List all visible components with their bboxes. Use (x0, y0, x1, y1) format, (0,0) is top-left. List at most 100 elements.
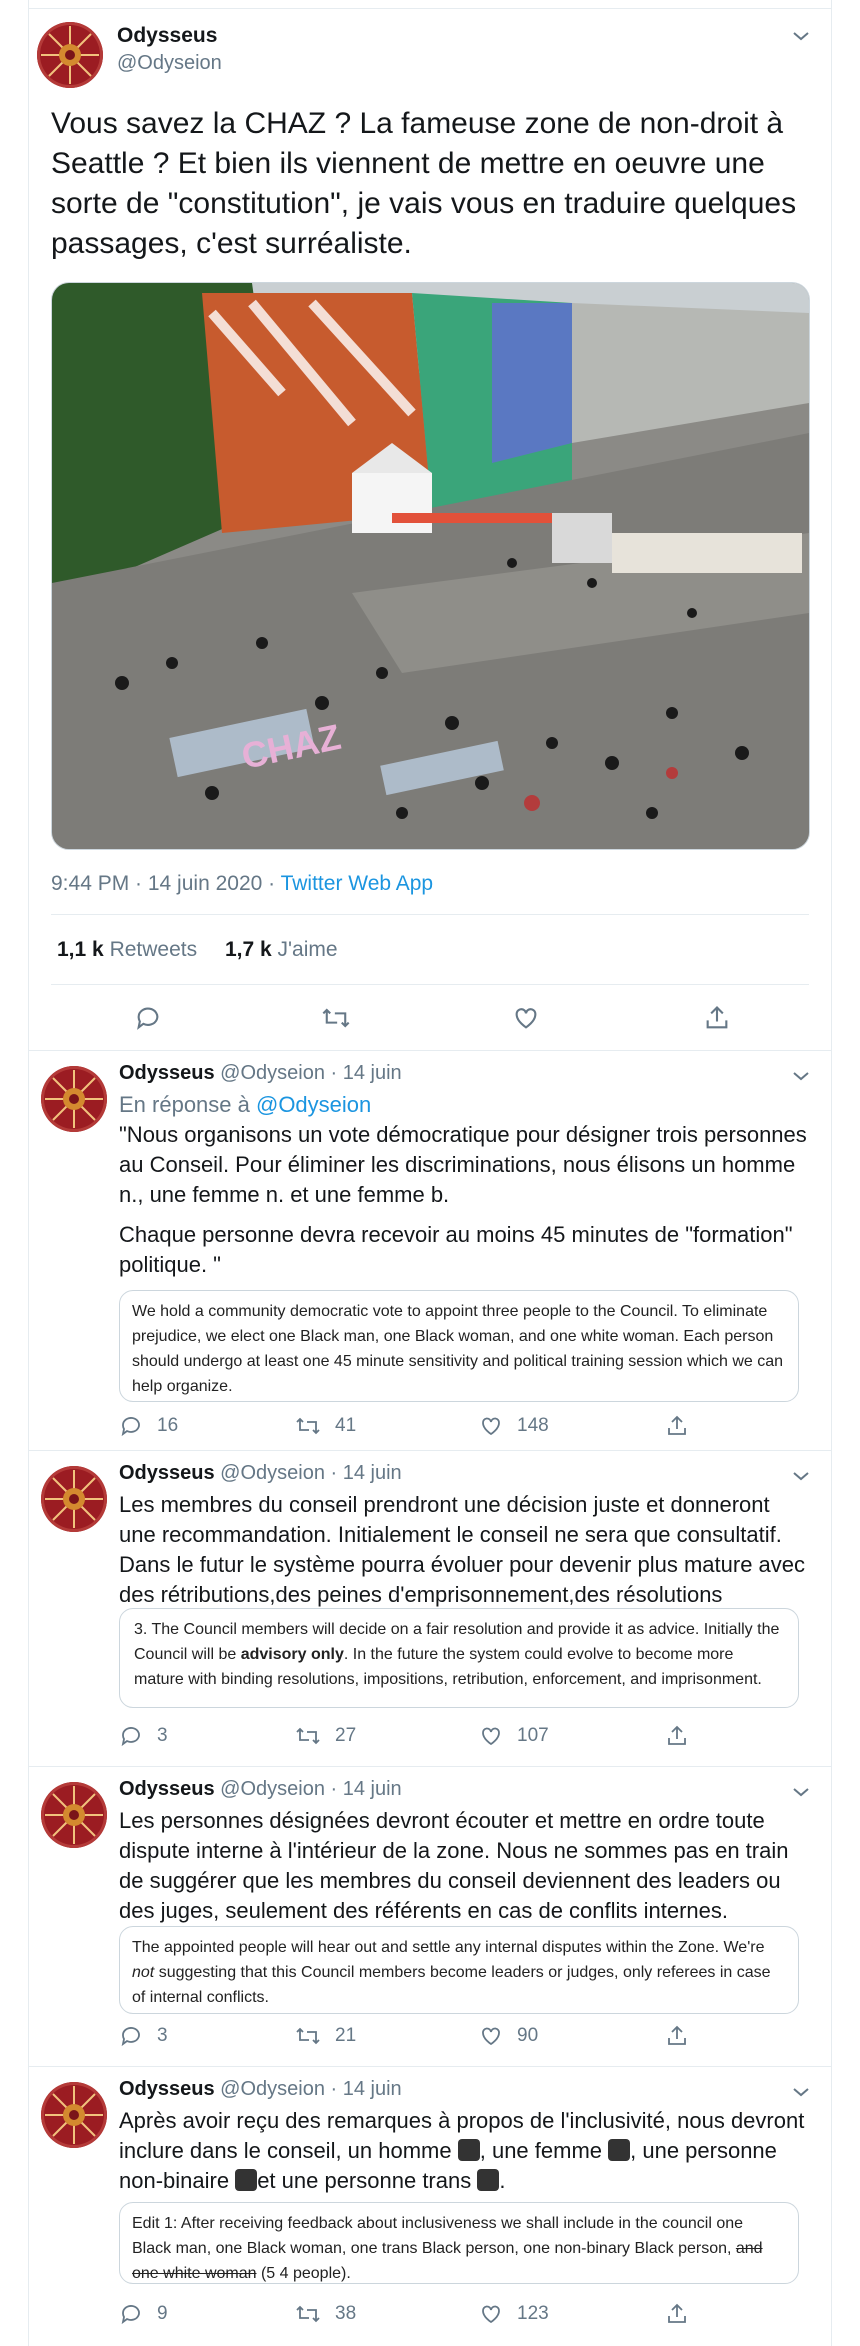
avatar-emblem-icon (45, 1786, 103, 1844)
like-count: 107 (517, 1725, 549, 1746)
retweet-count: 38 (335, 2303, 357, 2324)
like-button[interactable]: 90 (479, 2024, 538, 2048)
share-button[interactable] (665, 2024, 689, 2048)
reply-icon (121, 1417, 140, 1437)
retweet-icon[interactable] (321, 1004, 351, 1032)
tweet-text: Vous savez la CHAZ ? La fameuse zone de … (51, 107, 797, 260)
reply-tweet[interactable]: Odysseus @Odyseion · 14 juin Les membres… (29, 1450, 831, 1766)
reply-button[interactable]: 3 (119, 2024, 168, 2048)
retweet-button[interactable]: 38 (295, 2302, 356, 2326)
retweet-count: 21 (335, 2025, 357, 2046)
retweet-button[interactable]: 41 (295, 1414, 356, 1438)
reply-context: En réponse à @Odyseion (119, 1090, 809, 1120)
reply-actions: 9 38 123 (119, 2302, 719, 2332)
divider (51, 914, 809, 915)
reply-text-e: . (499, 2168, 506, 2193)
author-handle-date[interactable]: @Odyseion · 14 juin (220, 2078, 402, 2100)
like-icon (482, 1727, 500, 1746)
like-icon[interactable] (512, 1004, 540, 1032)
reply-icon (121, 2305, 140, 2325)
author-name[interactable]: Odysseus (117, 24, 217, 48)
share-button[interactable] (665, 1414, 689, 1438)
reply-header: Odysseus @Odyseion · 14 juin (119, 1062, 402, 1085)
chevron-down-icon[interactable] (789, 1464, 813, 1488)
tweet-timestamp[interactable]: 9:44 PM · 14 juin 2020 · (51, 872, 281, 895)
source-app-link[interactable]: Twitter Web App (281, 872, 434, 895)
quote-text-b: (5 4 people). (256, 2265, 351, 2282)
quoted-document-image[interactable]: 3. The Council members will decide on a … (119, 1608, 799, 1708)
likes-label: J'aime (277, 938, 338, 961)
main-tweet-actions (29, 1000, 831, 1040)
reply-tweet[interactable]: Odysseus @Odyseion · 14 juin Après avoir… (29, 2066, 831, 2346)
like-button[interactable]: 148 (479, 1414, 549, 1438)
like-count: 123 (517, 2303, 549, 2324)
reply-icon[interactable] (134, 1004, 162, 1032)
redaction-block (457, 2139, 480, 2161)
chevron-down-icon[interactable] (789, 1780, 813, 1804)
reply-actions: 3 27 107 (119, 1724, 719, 1754)
reply-icon (121, 2027, 140, 2047)
chevron-down-icon[interactable] (789, 24, 813, 48)
avatar-emblem-icon (45, 1470, 103, 1528)
reply-prefix: En réponse à (119, 1092, 256, 1117)
share-button[interactable] (665, 1724, 689, 1748)
like-icon (482, 2305, 500, 2324)
quoted-document-image[interactable]: Edit 1: After receiving feedback about i… (119, 2202, 799, 2284)
avatar-emblem-icon (45, 2086, 103, 2144)
chevron-down-icon[interactable] (789, 2080, 813, 2104)
avatar[interactable] (37, 22, 103, 88)
retweet-icon (296, 1727, 320, 1745)
divider (29, 8, 831, 9)
reply-header: Odysseus @Odyseion · 14 juin (119, 1462, 402, 1485)
author-name[interactable]: Odysseus (119, 1462, 215, 1484)
author-handle-date[interactable]: @Odyseion · 14 juin (220, 1778, 402, 1800)
likes-stat[interactable]: 1,7 k J'aime (225, 938, 338, 961)
author-handle[interactable]: @Odyseion (117, 52, 222, 75)
reply-text: "Nous organisons un vote démocratique po… (119, 1122, 807, 1207)
reply-to-link[interactable]: @Odyseion (256, 1092, 371, 1117)
like-icon (482, 1417, 500, 1436)
reply-button[interactable]: 9 (119, 2302, 168, 2326)
reply-text-b: , une femme (479, 2138, 609, 2163)
chevron-down-icon[interactable] (789, 1064, 813, 1088)
reply-tweet[interactable]: Odysseus @Odyseion · 14 juin En réponse … (29, 1050, 831, 1450)
reply-actions: 3 21 90 (119, 2024, 719, 2054)
retweets-label: Retweets (109, 938, 198, 961)
street-photo-image: CHAZ (52, 283, 809, 849)
retweets-stat[interactable]: 1,1 k Retweets (57, 938, 197, 961)
redaction-block (235, 2169, 258, 2191)
like-button[interactable]: 123 (479, 2302, 549, 2326)
author-handle-date[interactable]: @Odyseion · 14 juin (220, 1462, 402, 1484)
quoted-document-image[interactable]: The appointed people will hear out and s… (119, 1926, 799, 2014)
reply-button[interactable]: 16 (119, 1414, 178, 1438)
reply-button[interactable]: 3 (119, 1724, 168, 1748)
like-count: 90 (517, 2025, 539, 2046)
author-name[interactable]: Odysseus (119, 1778, 215, 1800)
author-name[interactable]: Odysseus (119, 2078, 215, 2100)
share-icon (668, 1415, 686, 1435)
share-icon (668, 2303, 686, 2323)
retweet-button[interactable]: 21 (295, 2024, 356, 2048)
reply-text: Après avoir reçu des remarques à propos … (119, 2106, 809, 2196)
share-icon[interactable] (703, 1004, 731, 1032)
quoted-document-image[interactable]: We hold a community democratic vote to a… (119, 1290, 799, 1402)
author-name[interactable]: Odysseus (119, 1062, 215, 1084)
redaction-block (477, 2169, 500, 2191)
quote-text-b: suggesting that this Council members bec… (132, 1964, 771, 2006)
like-button[interactable]: 107 (479, 1724, 549, 1748)
quote-text-a: The appointed people will hear out and s… (132, 1939, 765, 1956)
avatar[interactable] (41, 1782, 107, 1848)
reply-count: 3 (157, 2025, 168, 2046)
reply-tweet[interactable]: Odysseus @Odyseion · 14 juin Les personn… (29, 1766, 831, 2066)
avatar[interactable] (41, 2082, 107, 2148)
avatar[interactable] (41, 1066, 107, 1132)
avatar-emblem-icon (41, 26, 99, 84)
like-count: 148 (517, 1415, 549, 1436)
retweet-button[interactable]: 27 (295, 1724, 356, 1748)
redaction-block (608, 2139, 631, 2161)
avatar-emblem-icon (45, 1070, 103, 1128)
tweet-photo[interactable]: CHAZ (51, 282, 810, 850)
share-button[interactable] (665, 2302, 689, 2326)
avatar[interactable] (41, 1466, 107, 1532)
author-handle-date[interactable]: @Odyseion · 14 juin (220, 1062, 402, 1084)
